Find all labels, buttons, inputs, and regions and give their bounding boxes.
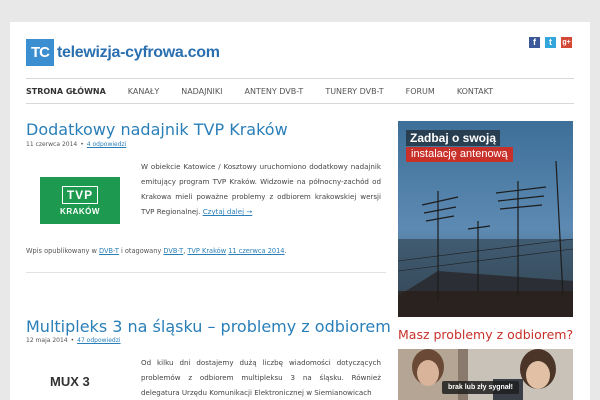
post-title-link[interactable]: Multipleks 3 na śląsku – problemy z odbi… [26, 317, 391, 336]
post-excerpt: Od kilku dni dostajemy dużą liczbę wiado… [141, 355, 381, 400]
post-date: 11 czerwca 2014 [26, 141, 78, 148]
footer-prefix: Wpis opublikowany w [26, 247, 97, 255]
tvp-krakow-logo[interactable]: TVP KRAKÓW [40, 177, 120, 224]
nav-item-home[interactable]: STRONA GŁÓWNA [26, 87, 106, 96]
tag-link[interactable]: DVB-T [163, 247, 183, 255]
social-links: f t g+ [529, 37, 572, 48]
mux3-logo[interactable]: MUX 3 [50, 374, 90, 389]
nav-item-tuners[interactable]: TUNERY DVB-T [325, 87, 383, 96]
logo-mark: TC [26, 39, 54, 66]
facebook-icon[interactable]: f [529, 37, 540, 48]
nav-item-channels[interactable]: KANAŁY [128, 87, 159, 96]
post-footer: Wpis opublikowany w DVB-T i otagowany DV… [26, 247, 287, 255]
twitter-icon[interactable]: t [545, 37, 556, 48]
post-excerpt-text: W obiekcie Katowice / Kosztowy uruchomio… [141, 162, 381, 216]
mux-logo-main: MUX [50, 374, 79, 389]
tvp-logo-main: TVP [61, 185, 99, 204]
post-divider [26, 272, 386, 273]
main-navigation: STRONA GŁÓWNA KANAŁY NADAJNIKI ANTENY DV… [26, 78, 574, 104]
meta-separator: • [70, 337, 75, 344]
footer-date-link[interactable]: 11 czerwca 2014 [228, 247, 284, 255]
signal-message-bubble: brak lub zły sygnał! [442, 381, 519, 394]
post-meta: 12 maja 2014 • 47 odpowiedzi [26, 337, 121, 344]
mux-logo-num: 3 [82, 374, 90, 389]
antenna-installation-banner[interactable]: Zadbaj o swoją instalację antenową [398, 121, 573, 317]
reception-problems-heading[interactable]: Masz problemy z odbiorem? [398, 327, 573, 342]
tvp-logo-sub: KRAKÓW [60, 206, 100, 216]
reception-problems-banner[interactable]: brak lub zły sygnał! [398, 349, 573, 400]
post-date: 12 maja 2014 [26, 337, 68, 344]
page-container: TC telewizja-cyfrowa.com f t g+ STRONA G… [10, 22, 590, 400]
category-link[interactable]: DVB-T [99, 247, 119, 255]
post-comments-link[interactable]: 47 odpowiedzi [77, 337, 120, 344]
post-meta: 11 czerwca 2014 • 4 odpowiedzi [26, 141, 126, 148]
banner-headline: Zadbaj o swoją [406, 130, 501, 146]
post-title-link[interactable]: Dodatkowy nadajnik TVP Kraków [26, 120, 288, 139]
read-more-link[interactable]: Czytaj dalej → [203, 207, 253, 216]
post-excerpt: W obiekcie Katowice / Kosztowy uruchomio… [141, 159, 381, 219]
google-plus-icon[interactable]: g+ [561, 37, 572, 48]
post-comments-link[interactable]: 4 odpowiedzi [87, 141, 127, 148]
footer-tagged: i otagowany [120, 247, 162, 255]
logo-wordmark: telewizja-cyfrowa.com [57, 43, 220, 61]
nav-item-antennas[interactable]: ANTENY DVB-T [244, 87, 303, 96]
post-excerpt-text: Od kilku dni dostajemy dużą liczbę wiado… [141, 358, 381, 397]
tag-link[interactable]: TVP Kraków [187, 247, 226, 255]
meta-separator: • [80, 141, 84, 148]
banner-subline: instalację antenową [406, 147, 513, 162]
site-logo[interactable]: TC telewizja-cyfrowa.com [26, 39, 220, 66]
nav-item-contact[interactable]: KONTAKT [457, 87, 493, 96]
nav-item-transmitters[interactable]: NADAJNIKI [181, 87, 222, 96]
nav-item-forum[interactable]: FORUM [406, 87, 435, 96]
